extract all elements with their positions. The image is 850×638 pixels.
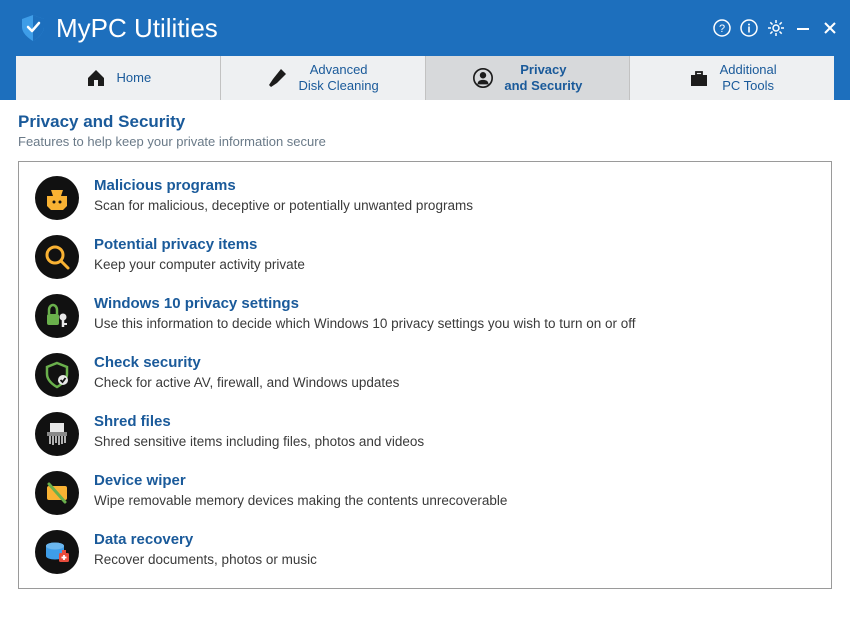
- item-desc: Check for active AV, firewall, and Windo…: [94, 374, 399, 392]
- item-data-recovery[interactable]: Data recovery Recover documents, photos …: [35, 530, 815, 574]
- shield-check-icon: [18, 13, 48, 43]
- tab-disk-cleaning[interactable]: Advanced Disk Cleaning: [221, 56, 426, 100]
- page-title: Privacy and Security: [18, 112, 832, 132]
- shredder-icon: [35, 412, 79, 456]
- home-icon: [85, 67, 107, 89]
- item-title: Malicious programs: [94, 176, 473, 196]
- item-desc: Scan for malicious, deceptive or potenti…: [94, 197, 473, 215]
- shield-check-icon: [35, 353, 79, 397]
- tab-home[interactable]: Home: [16, 56, 221, 100]
- content-area: Privacy and Security Features to help ke…: [0, 100, 850, 607]
- item-title: Shred files: [94, 412, 424, 432]
- item-title: Data recovery: [94, 530, 317, 550]
- item-desc: Recover documents, photos or music: [94, 551, 317, 569]
- item-shred-files[interactable]: Shred files Shred sensitive items includ…: [35, 412, 815, 456]
- close-icon[interactable]: [820, 18, 840, 38]
- item-title: Windows 10 privacy settings: [94, 294, 636, 314]
- tab-label: Additional PC Tools: [720, 62, 777, 93]
- app-title: MyPC Utilities: [56, 13, 218, 44]
- tab-pc-tools[interactable]: Additional PC Tools: [630, 56, 834, 100]
- malicious-icon: [35, 176, 79, 220]
- item-device-wiper[interactable]: Device wiper Wipe removable memory devic…: [35, 471, 815, 515]
- recovery-icon: [35, 530, 79, 574]
- item-check-security[interactable]: Check security Check for active AV, fire…: [35, 353, 815, 397]
- tabbar: Home Advanced Disk Cleaning Privacy and …: [0, 56, 850, 100]
- tab-privacy-security[interactable]: Privacy and Security: [426, 56, 631, 100]
- item-desc: Use this information to decide which Win…: [94, 315, 636, 333]
- magnify-icon: [35, 235, 79, 279]
- tab-label: Privacy and Security: [504, 62, 582, 93]
- page-subtitle: Features to help keep your private infor…: [18, 134, 832, 149]
- item-desc: Wipe removable memory devices making the…: [94, 492, 507, 510]
- gear-icon[interactable]: [766, 18, 786, 38]
- toolbox-icon: [688, 67, 710, 89]
- svg-text:?: ?: [719, 23, 725, 35]
- info-icon[interactable]: [739, 18, 759, 38]
- tab-label: Advanced Disk Cleaning: [299, 62, 379, 93]
- item-malicious-programs[interactable]: Malicious programs Scan for malicious, d…: [35, 176, 815, 220]
- tab-label: Home: [117, 70, 152, 86]
- wipe-icon: [35, 471, 79, 515]
- item-privacy-items[interactable]: Potential privacy items Keep your comput…: [35, 235, 815, 279]
- titlebar: MyPC Utilities ?: [0, 0, 850, 56]
- window-controls: ?: [712, 18, 840, 38]
- help-icon[interactable]: ?: [712, 18, 732, 38]
- item-desc: Shred sensitive items including files, p…: [94, 433, 424, 451]
- features-panel: Malicious programs Scan for malicious, d…: [18, 161, 832, 589]
- app-logo: MyPC Utilities: [18, 13, 218, 44]
- minimize-icon[interactable]: [793, 18, 813, 38]
- lock-key-icon: [35, 294, 79, 338]
- item-desc: Keep your computer activity private: [94, 256, 305, 274]
- privacy-icon: [472, 67, 494, 89]
- item-title: Potential privacy items: [94, 235, 305, 255]
- item-title: Device wiper: [94, 471, 507, 491]
- item-title: Check security: [94, 353, 399, 373]
- item-windows-privacy[interactable]: Windows 10 privacy settings Use this inf…: [35, 294, 815, 338]
- broom-icon: [267, 67, 289, 89]
